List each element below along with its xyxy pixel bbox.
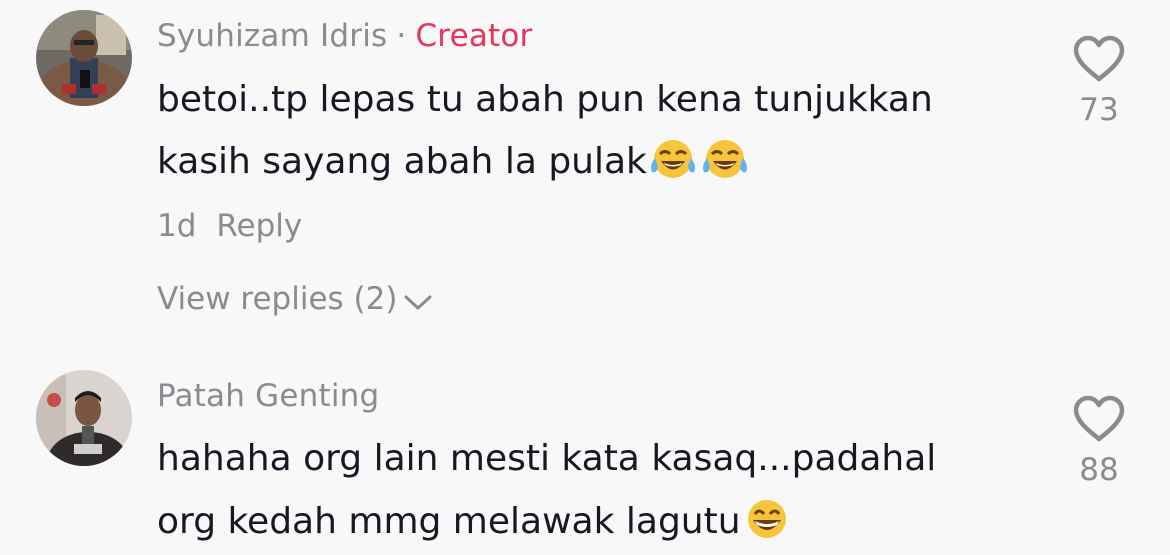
- heart-icon: [1073, 35, 1125, 82]
- like-count: 88: [1079, 452, 1119, 488]
- avatar[interactable]: [36, 370, 132, 466]
- author-name[interactable]: Patah Genting: [157, 378, 379, 414]
- comment-text-line: org kedah mmg melawak lagutu: [157, 491, 793, 553]
- comment-time: 1d: [157, 208, 197, 244]
- comment-text-line: betoi..tp lepas tu abah pun kena tunjukk…: [157, 79, 933, 120]
- comment-list: Syuhizam Idris · Creator betoi..tp lepas t…: [0, 0, 1170, 555]
- reply-button[interactable]: Reply: [216, 208, 302, 244]
- comment-text-line: kasih sayang abah la pulak: [157, 131, 751, 193]
- heart-icon: [1073, 395, 1125, 442]
- grinning-face-icon: [747, 500, 786, 538]
- author-name[interactable]: Syuhizam Idris: [157, 18, 387, 54]
- like-button[interactable]: 73: [1068, 34, 1130, 128]
- creator-badge: Creator: [415, 18, 533, 54]
- comment-text-line: hahaha org lain mesti kata kasaq...padah…: [157, 438, 937, 479]
- view-replies-label: View replies (2): [157, 281, 398, 317]
- avatar-image: [36, 10, 132, 106]
- comment-text: org kedah mmg melawak lagutu: [157, 501, 741, 542]
- face-with-tears-of-joy-icon: [702, 140, 747, 178]
- avatar[interactable]: [36, 10, 132, 106]
- chevron-down-icon: [404, 295, 432, 310]
- like-count: 73: [1079, 92, 1119, 128]
- avatar-image: [36, 370, 132, 466]
- face-with-tears-of-joy-icon: [650, 140, 695, 178]
- comment-meta: 1d Reply: [157, 206, 302, 246]
- separator-dot: ·: [396, 18, 407, 54]
- comment-header: Syuhizam Idris · Creator: [157, 16, 533, 56]
- view-replies-button[interactable]: View replies (2): [157, 279, 433, 319]
- like-button[interactable]: 88: [1068, 394, 1130, 488]
- comment-text: kasih sayang abah la pulak: [157, 141, 647, 182]
- comment-header: Patah Genting: [157, 376, 379, 416]
